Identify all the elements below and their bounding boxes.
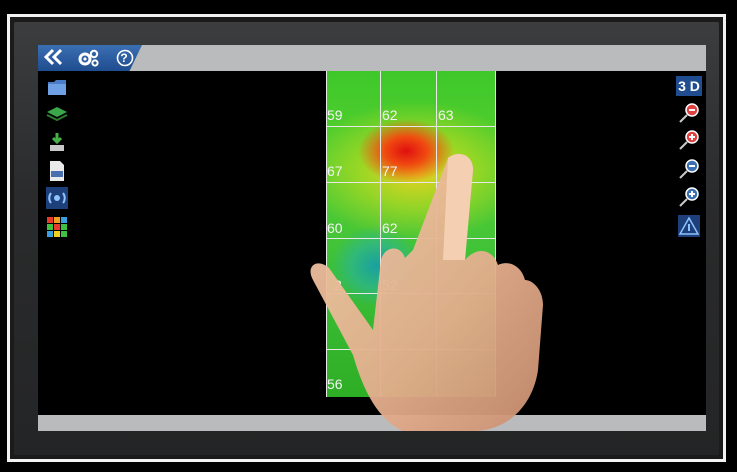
top-toolbar: ? [38,45,706,71]
view-3d-label: 3 D [678,78,700,94]
map-layer-icon [46,107,68,122]
import-button[interactable] [46,131,68,153]
device-frame: ? 59 62 63 67 77 60 62 56 3 D [0,0,737,472]
grid-line [326,126,496,127]
map-layer-button[interactable] [46,102,68,124]
help-button[interactable]: ? [114,48,136,68]
zoom-out-button[interactable] [678,158,700,180]
info-button[interactable] [678,215,700,237]
magnifier-minus-icon [679,159,699,179]
grid-colors-button[interactable] [46,216,68,238]
export-png-button[interactable] [46,160,68,182]
cell-value: 62 [382,107,398,123]
cell-value: 59 [327,107,343,123]
pointing-hand-image [310,154,543,431]
folder-icon [48,80,66,95]
app-screen: ? 59 62 63 67 77 60 62 56 3 D [38,45,706,431]
signal-button[interactable] [46,187,68,209]
toolbar-button-group: ? [38,45,142,71]
magnifier-minus-icon [679,103,699,123]
signal-icon [46,187,68,209]
warning-info-icon [678,215,700,237]
settings-button[interactable] [76,48,99,68]
import-icon [50,133,64,151]
grid-colors-icon [47,217,67,237]
zoom-out-red-button[interactable] [678,102,700,124]
open-folder-button[interactable] [46,76,68,98]
help-label: ? [120,51,128,65]
back-button[interactable] [42,48,64,68]
cell-value: 63 [438,107,454,123]
magnifier-plus-icon [679,130,699,150]
view-3d-button[interactable]: 3 D [676,76,702,96]
double-chevron-left-icon [43,48,63,66]
gears-icon [78,49,99,67]
png-export-icon [50,161,64,181]
zoom-in-red-button[interactable] [678,129,700,151]
magnifier-plus-icon [679,187,699,207]
zoom-in-button[interactable] [678,186,700,208]
